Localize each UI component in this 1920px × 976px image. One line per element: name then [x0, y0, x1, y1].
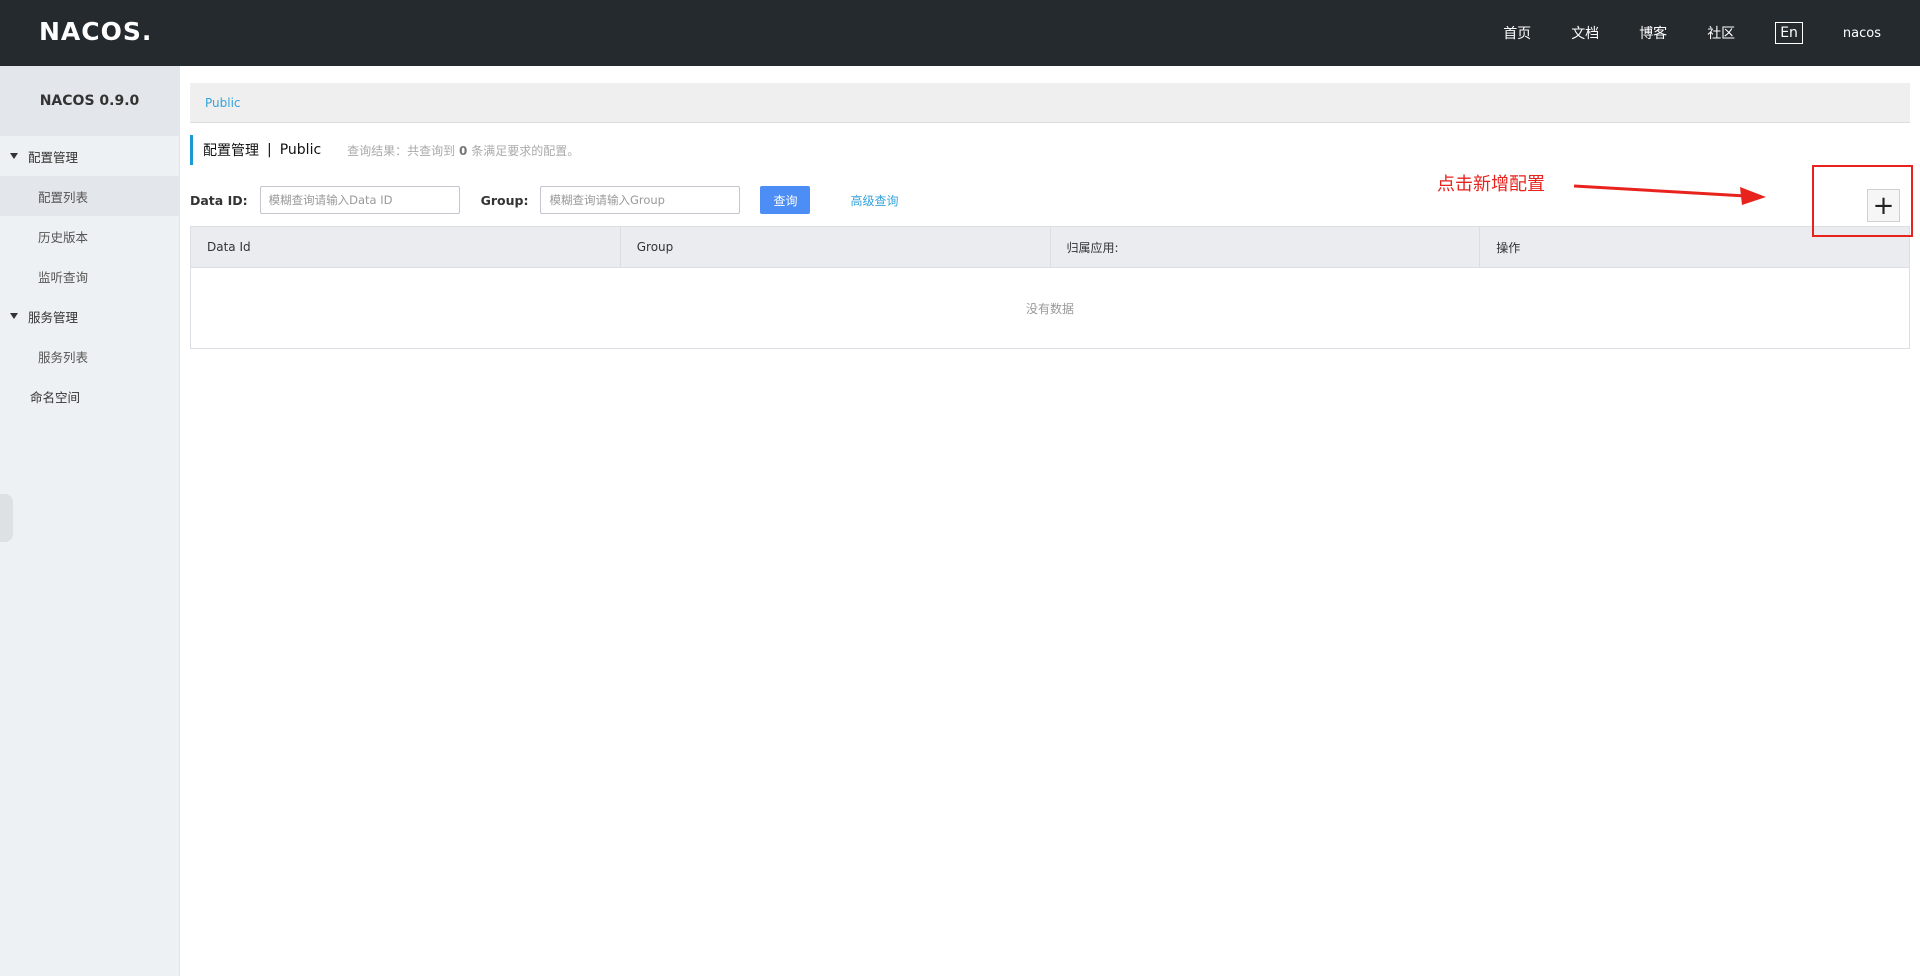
language-toggle[interactable]: En [1775, 22, 1803, 44]
annotation-arrow-icon [1573, 184, 1766, 205]
query-button[interactable]: 查询 [760, 186, 811, 214]
sidebar-item-service-list[interactable]: 服务列表 [0, 336, 179, 376]
page-title-bar: 配置管理 | Public 查询结果：共查询到 0 条满足要求的配置。 [190, 135, 579, 165]
top-nav: 首页 文档 博客 社区 En nacos [1463, 0, 1881, 66]
table-header: Data Id Group 归属应用: 操作 [191, 227, 1909, 268]
nav-blog-link[interactable]: 博客 [1639, 23, 1667, 43]
user-name[interactable]: nacos [1843, 26, 1881, 41]
add-config-button[interactable]: + [1867, 189, 1900, 222]
caret-down-icon [10, 313, 18, 319]
result-prefix: 查询结果：共查询到 [347, 143, 456, 158]
title-separator: | [267, 142, 272, 158]
result-count: 0 [459, 143, 468, 158]
sidebar-group-service-management[interactable]: 服务管理 [0, 296, 179, 336]
advanced-query-link[interactable]: 高级查询 [850, 192, 898, 209]
column-header-group: Group [621, 227, 1051, 267]
table-empty-message: 没有数据 [1025, 301, 1074, 316]
caret-down-icon [10, 153, 18, 159]
annotation-text: 点击新增配置 [1437, 174, 1545, 195]
sidebar-item-listener-query[interactable]: 监听查询 [0, 256, 179, 296]
sidebar-group-label: 服务管理 [28, 309, 79, 325]
sidebar-group-label: 配置管理 [28, 149, 79, 165]
sidebar-version-title: NACOS 0.9.0 [0, 66, 179, 136]
page-namespace: Public [279, 142, 322, 158]
search-form: Data ID: Group: 查询 高级查询 [190, 185, 898, 215]
query-result-summary: 查询结果：共查询到 0 条满足要求的配置。 [347, 142, 579, 159]
group-label: Group: [480, 192, 529, 208]
column-header-data-id: Data Id [191, 227, 621, 267]
config-table: Data Id Group 归属应用: 操作 没有数据 [190, 226, 1910, 349]
column-header-app: 归属应用: [1051, 227, 1481, 267]
sidebar-item-namespace[interactable]: 命名空间 [0, 376, 179, 416]
sidebar-item-history[interactable]: 历史版本 [0, 216, 179, 256]
result-suffix: 条满足要求的配置。 [471, 143, 580, 158]
dataid-input[interactable] [259, 186, 460, 214]
nav-community-link[interactable]: 社区 [1707, 23, 1735, 43]
nav-docs-link[interactable]: 文档 [1571, 23, 1599, 43]
nacos-logo[interactable]: NACOS. [39, 18, 152, 46]
dataid-label: Data ID: [190, 192, 248, 208]
breadcrumb: Public [190, 83, 1910, 123]
sidebar-group-config-management[interactable]: 配置管理 [0, 136, 179, 176]
page-title: 配置管理 [203, 143, 259, 159]
breadcrumb-namespace[interactable]: Public [205, 96, 241, 110]
sidebar-item-config-list[interactable]: 配置列表 [0, 176, 179, 216]
nav-home-link[interactable]: 首页 [1503, 23, 1531, 43]
group-input[interactable] [540, 186, 741, 214]
sidebar-collapse-handle[interactable] [0, 494, 13, 542]
sidebar: NACOS 0.9.0 配置管理 配置列表 历史版本 监听查询 服务管理 服务列… [0, 66, 180, 976]
top-navbar: NACOS. 首页 文档 博客 社区 En nacos [0, 0, 1920, 66]
